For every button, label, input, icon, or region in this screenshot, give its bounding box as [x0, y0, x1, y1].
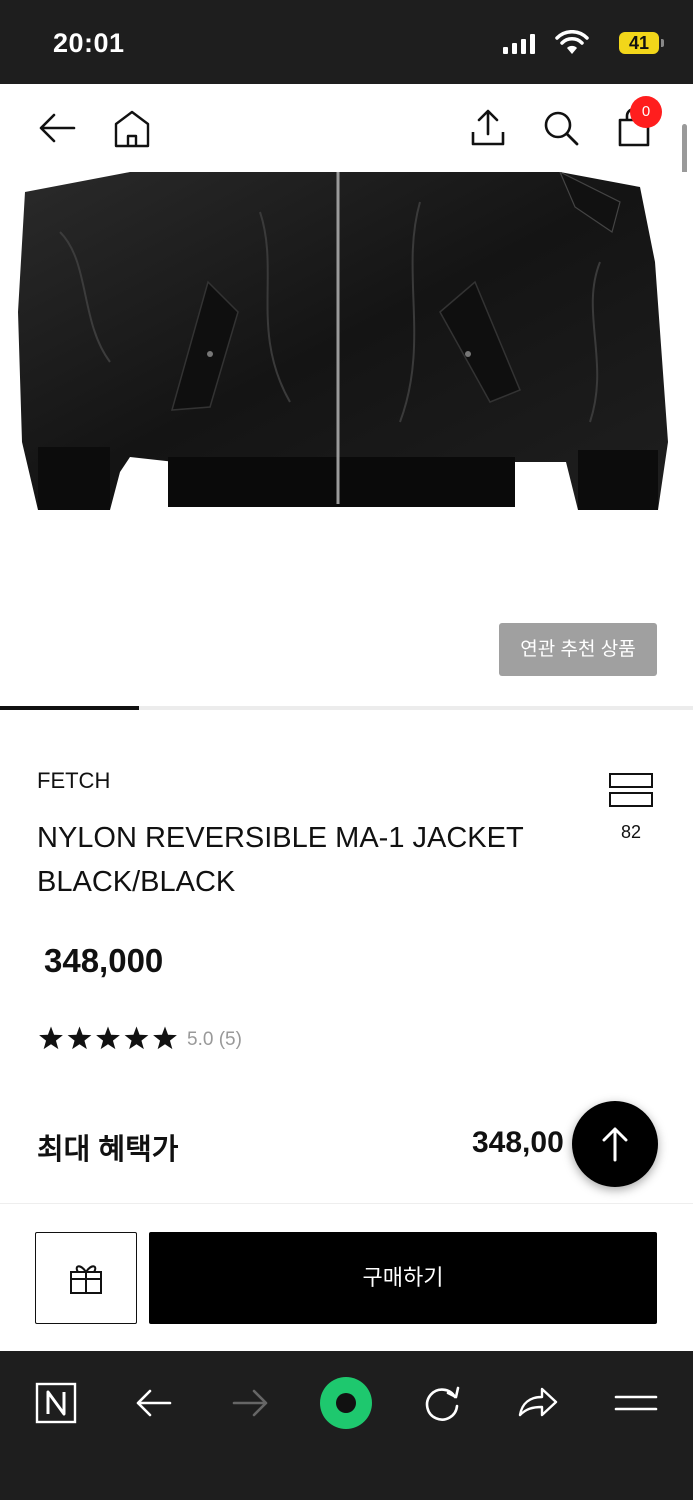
arrow-up-icon	[602, 1127, 628, 1162]
arrow-right-icon	[232, 1389, 268, 1417]
compare-button[interactable]: 82	[607, 772, 655, 843]
reload-icon	[425, 1386, 460, 1421]
buy-button[interactable]: 구매하기	[149, 1232, 657, 1324]
compare-count: 82	[620, 822, 642, 842]
search-button[interactable]	[539, 106, 583, 150]
back-button[interactable]	[36, 106, 80, 150]
brand-name[interactable]: FETCH	[37, 768, 110, 794]
menu-button[interactable]	[606, 1373, 666, 1433]
product-title: NYLON REVERSIBLE MA-1 JACKET BLACK/BLACK	[37, 816, 557, 904]
wifi-icon	[555, 30, 589, 54]
gift-button[interactable]	[35, 1232, 137, 1324]
gift-icon	[70, 1265, 102, 1294]
cellular-signal-icon	[503, 34, 535, 54]
jacket-image	[18, 172, 668, 510]
star-icon	[39, 1026, 63, 1050]
stacked-boxes-icon	[609, 773, 653, 807]
product-image[interactable]	[0, 172, 693, 532]
naver-home-button[interactable]	[26, 1373, 86, 1433]
image-carousel-progress	[0, 706, 693, 710]
browser-share-button[interactable]	[508, 1373, 568, 1433]
naver-logo-icon	[35, 1382, 77, 1424]
rating-stars	[39, 1026, 177, 1050]
purchase-bar: 구매하기	[0, 1203, 693, 1352]
product-price: 348,000	[44, 942, 164, 979]
rating-text: 5.0 (5)	[187, 1029, 242, 1050]
arrow-left-icon	[136, 1389, 172, 1417]
share-button[interactable]	[466, 106, 510, 150]
cart-count-badge: 0	[630, 96, 662, 128]
green-dot-button[interactable]	[316, 1373, 376, 1433]
cart-button[interactable]: 0	[612, 96, 662, 150]
green-dot-icon	[320, 1377, 372, 1429]
product-title-line-2: BLACK/BLACK	[37, 866, 236, 898]
max-benefit-label: 최대 혜택가	[37, 1134, 179, 1166]
browser-back-button[interactable]	[124, 1373, 184, 1433]
home-button[interactable]	[110, 106, 154, 150]
product-title-line-1: NYLON REVERSIBLE MA-1 JACKET	[37, 822, 524, 854]
star-icon	[67, 1026, 92, 1050]
share-icon	[471, 109, 505, 146]
search-icon	[544, 111, 579, 146]
reload-button[interactable]	[412, 1373, 472, 1433]
share-arrow-icon	[518, 1387, 558, 1417]
status-time: 20:01	[53, 28, 125, 58]
home-icon	[114, 110, 150, 148]
image-carousel-progress-fill	[0, 706, 139, 710]
hamburger-menu-icon	[614, 1395, 658, 1411]
max-benefit-price: 348,00	[472, 1126, 564, 1159]
browser-toolbar	[0, 1351, 693, 1500]
star-icon	[124, 1026, 149, 1050]
battery-icon: 41	[619, 32, 664, 54]
browser-forward-button[interactable]	[220, 1373, 280, 1433]
star-icon	[153, 1026, 177, 1050]
scroll-to-top-button[interactable]	[572, 1101, 658, 1187]
top-navigation: 0	[0, 84, 693, 173]
arrow-left-icon	[39, 113, 76, 143]
star-icon	[96, 1026, 120, 1050]
status-bar: 20:01 41	[0, 0, 693, 84]
related-products-button[interactable]: 연관 추천 상품	[499, 623, 657, 676]
